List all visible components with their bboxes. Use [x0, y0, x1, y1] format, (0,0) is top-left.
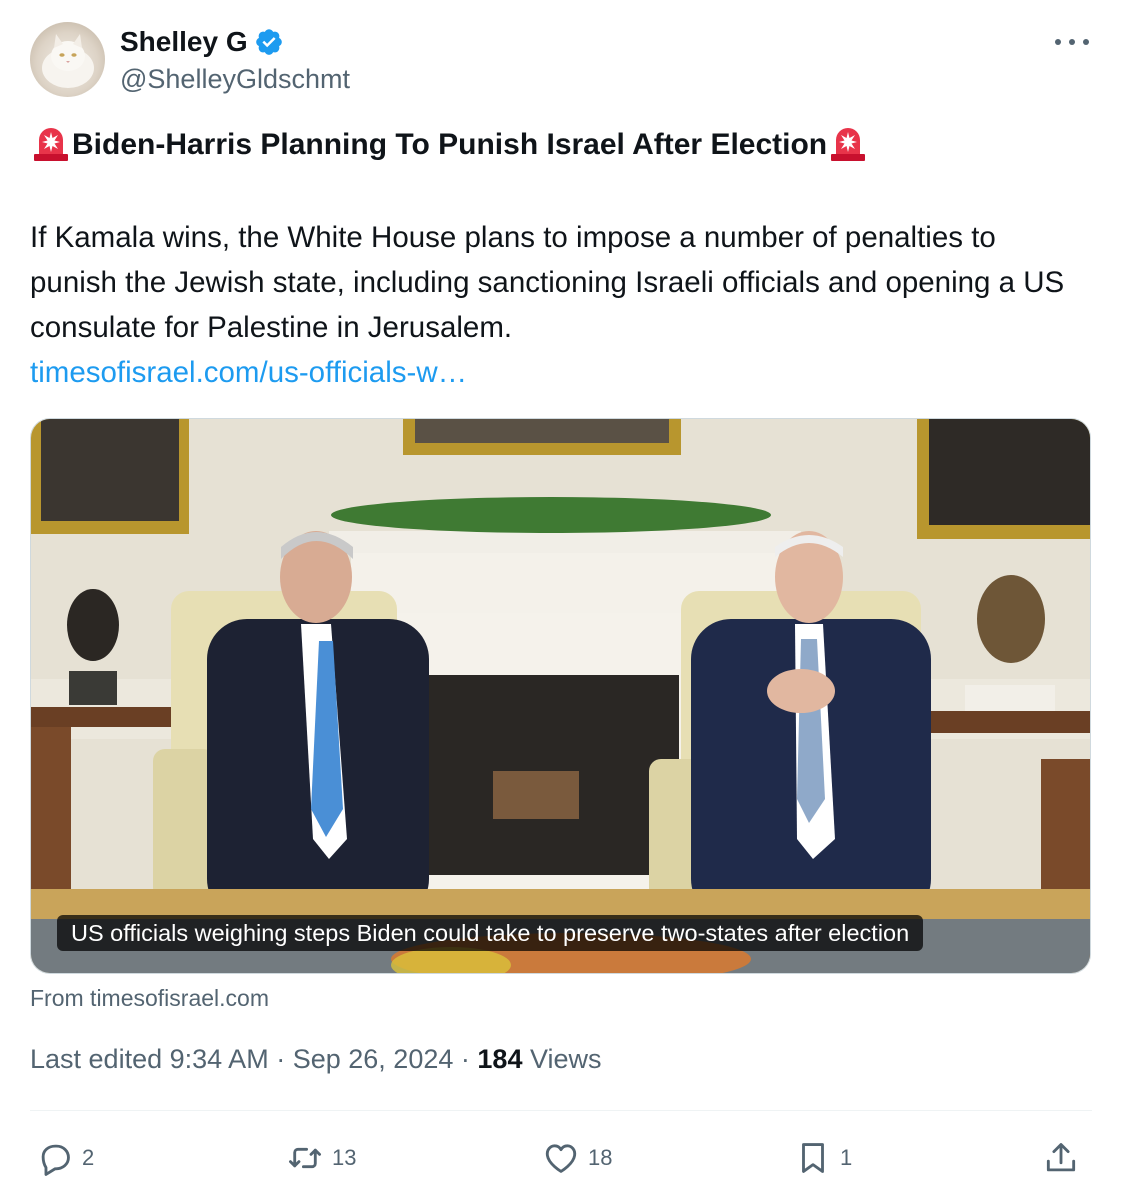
post-headline: Biden-Harris Planning To Punish Israel A…: [30, 124, 869, 166]
like-count: 18: [588, 1145, 613, 1170]
post-body: If Kamala wins, the White House plans to…: [30, 221, 1065, 344]
verified-badge-icon[interactable]: [254, 27, 284, 57]
bookmark-count: 1: [840, 1145, 853, 1170]
post-time[interactable]: 9:34 AM: [170, 1044, 269, 1074]
rotating-light-icon: [30, 124, 72, 166]
bookmark-button[interactable]: 1: [794, 1136, 852, 1180]
bookmark-icon: [802, 1143, 824, 1173]
user-handle[interactable]: @ShelleyGldschmt: [120, 64, 350, 95]
avatar[interactable]: [30, 22, 105, 97]
repost-icon: [289, 1147, 321, 1169]
repost-button[interactable]: 13: [286, 1136, 356, 1180]
display-name[interactable]: Shelley G: [120, 26, 248, 58]
card-caption: US officials weighing steps Biden could …: [57, 915, 924, 951]
cat-avatar-icon: [42, 34, 94, 88]
divider: [30, 1110, 1092, 1111]
views-count: 184: [477, 1044, 523, 1074]
post-date[interactable]: Sep 26, 2024: [293, 1044, 454, 1074]
repost-count: 13: [332, 1145, 357, 1170]
post-meta: Last edited 9:34 AM · Sep 26, 2024 · 184…: [30, 1044, 602, 1075]
post-link[interactable]: timesofisrael.com/us-officials-w…: [30, 350, 467, 395]
share-button[interactable]: [1042, 1136, 1080, 1180]
views-label: Views: [529, 1044, 602, 1074]
post-header: Shelley G @ShelleyGldschmt: [30, 22, 1095, 100]
dot: [1083, 39, 1089, 45]
action-bar: 2 13 18 1: [30, 1136, 1092, 1180]
edited-label[interactable]: Last edited: [30, 1044, 162, 1074]
heart-icon: [545, 1144, 577, 1173]
meta-separator: ·: [460, 1044, 470, 1074]
meta-separator: ·: [276, 1044, 286, 1074]
link-card[interactable]: US officials weighing steps Biden could …: [30, 418, 1091, 974]
dot: [1055, 39, 1061, 45]
article-photo: [31, 419, 1090, 973]
name-row: Shelley G: [120, 26, 284, 58]
reply-button[interactable]: 2: [36, 1136, 94, 1180]
rotating-light-icon: [827, 124, 869, 166]
reply-icon: [41, 1144, 70, 1176]
headline-text: Biden-Harris Planning To Punish Israel A…: [72, 128, 828, 161]
card-source[interactable]: From timesofisrael.com: [30, 985, 269, 1012]
like-button[interactable]: 18: [542, 1136, 612, 1180]
share-icon: [1046, 1143, 1076, 1172]
dot: [1069, 39, 1075, 45]
more-options-icon[interactable]: [1055, 30, 1089, 54]
reply-count: 2: [82, 1145, 95, 1170]
